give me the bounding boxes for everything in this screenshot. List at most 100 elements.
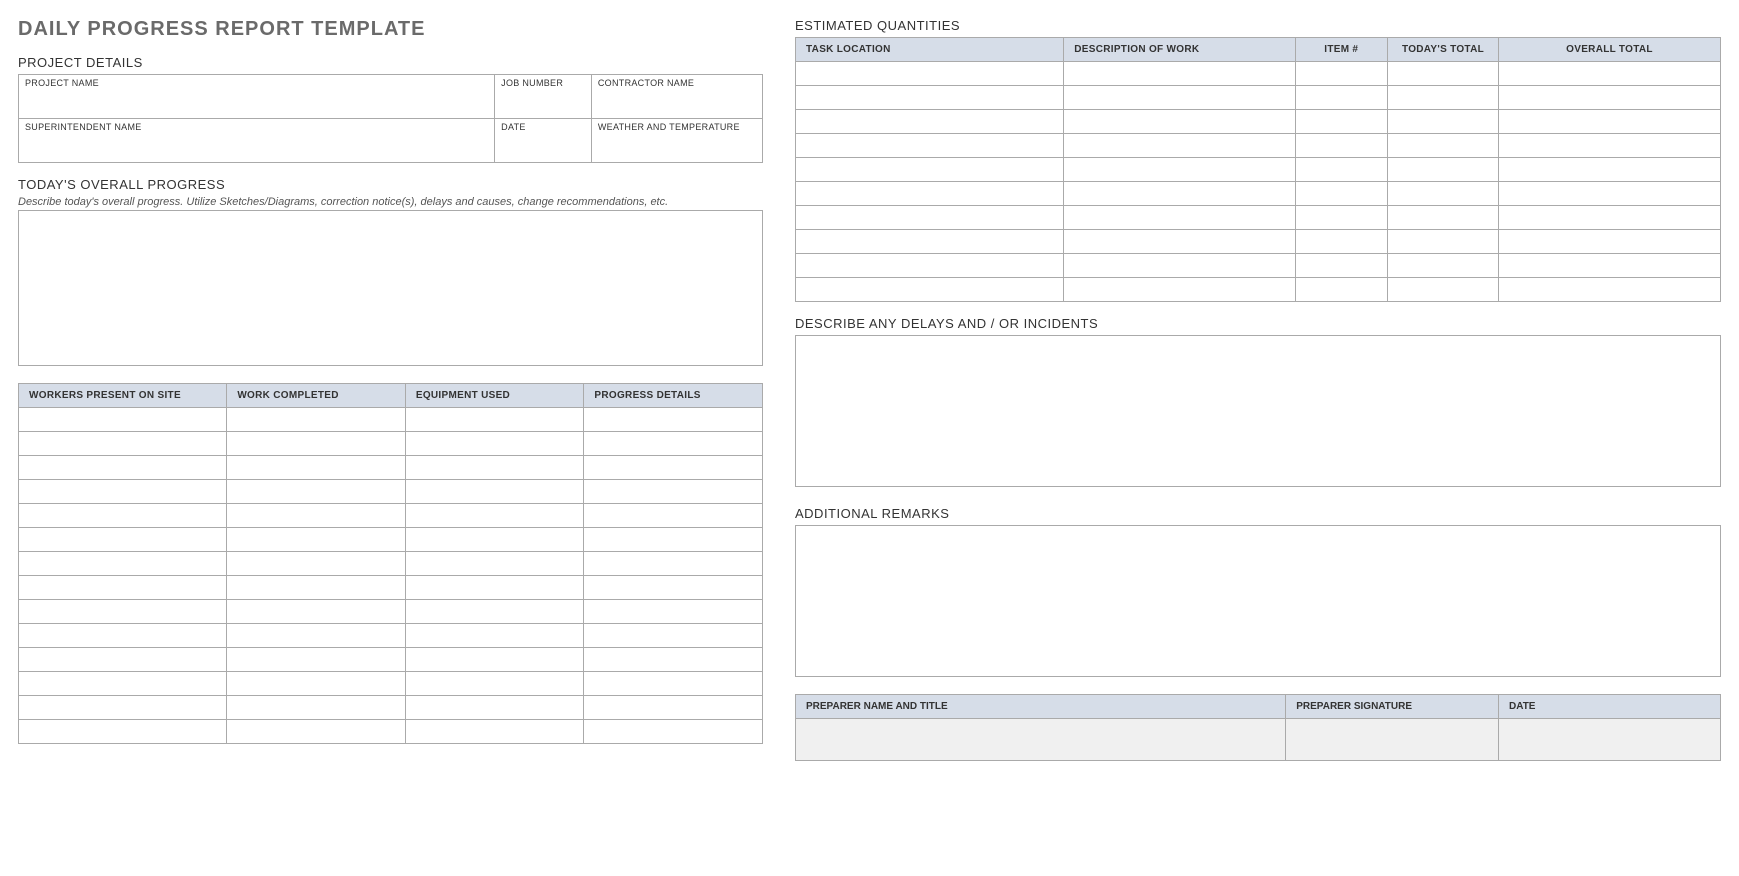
cell-input[interactable]	[1296, 254, 1388, 277]
cell-input[interactable]	[227, 672, 405, 695]
cell-input[interactable]	[1064, 230, 1294, 253]
cell-input[interactable]	[227, 480, 405, 503]
cell-input[interactable]	[796, 206, 1063, 229]
cell-input[interactable]	[1499, 254, 1720, 277]
cell-input[interactable]	[584, 648, 762, 671]
cell-input[interactable]	[19, 648, 226, 671]
cell-input[interactable]	[1064, 62, 1294, 85]
cell-input[interactable]	[796, 158, 1063, 181]
cell-input[interactable]	[19, 672, 226, 695]
cell-input[interactable]	[406, 696, 584, 719]
cell-input[interactable]	[19, 696, 226, 719]
cell-input[interactable]	[19, 600, 226, 623]
cell-input[interactable]	[584, 432, 762, 455]
cell-input[interactable]	[227, 408, 405, 431]
cell-input[interactable]	[1064, 158, 1294, 181]
cell-input[interactable]	[406, 480, 584, 503]
cell-input[interactable]	[19, 528, 226, 551]
cell-input[interactable]	[796, 254, 1063, 277]
preparer-input[interactable]	[796, 719, 1285, 760]
cell-input[interactable]	[1296, 62, 1388, 85]
cell-input[interactable]	[19, 504, 226, 527]
weather-input[interactable]	[592, 132, 762, 162]
cell-input[interactable]	[406, 576, 584, 599]
cell-input[interactable]	[584, 624, 762, 647]
cell-input[interactable]	[227, 456, 405, 479]
cell-input[interactable]	[1388, 134, 1498, 157]
cell-input[interactable]	[1499, 158, 1720, 181]
cell-input[interactable]	[406, 432, 584, 455]
cell-input[interactable]	[227, 696, 405, 719]
cell-input[interactable]	[1388, 254, 1498, 277]
job-number-input[interactable]	[495, 88, 591, 118]
cell-input[interactable]	[1388, 206, 1498, 229]
delays-input[interactable]	[795, 335, 1721, 487]
contractor-name-input[interactable]	[592, 88, 762, 118]
cell-input[interactable]	[584, 456, 762, 479]
project-name-input[interactable]	[19, 88, 494, 118]
cell-input[interactable]	[1064, 278, 1294, 301]
cell-input[interactable]	[1388, 278, 1498, 301]
cell-input[interactable]	[1296, 110, 1388, 133]
cell-input[interactable]	[584, 576, 762, 599]
cell-input[interactable]	[584, 408, 762, 431]
cell-input[interactable]	[1499, 182, 1720, 205]
cell-input[interactable]	[1499, 86, 1720, 109]
superintendent-name-input[interactable]	[19, 132, 494, 162]
cell-input[interactable]	[1388, 62, 1498, 85]
cell-input[interactable]	[584, 480, 762, 503]
cell-input[interactable]	[406, 648, 584, 671]
cell-input[interactable]	[227, 504, 405, 527]
cell-input[interactable]	[19, 720, 226, 743]
cell-input[interactable]	[796, 86, 1063, 109]
cell-input[interactable]	[1296, 158, 1388, 181]
cell-input[interactable]	[584, 528, 762, 551]
today-progress-input[interactable]	[18, 210, 763, 366]
cell-input[interactable]	[406, 504, 584, 527]
cell-input[interactable]	[19, 480, 226, 503]
cell-input[interactable]	[1064, 134, 1294, 157]
cell-input[interactable]	[1499, 230, 1720, 253]
cell-input[interactable]	[406, 528, 584, 551]
cell-input[interactable]	[1296, 206, 1388, 229]
cell-input[interactable]	[1064, 206, 1294, 229]
cell-input[interactable]	[584, 720, 762, 743]
footer-date-input[interactable]	[1499, 719, 1720, 760]
cell-input[interactable]	[406, 672, 584, 695]
cell-input[interactable]	[19, 456, 226, 479]
cell-input[interactable]	[1064, 110, 1294, 133]
cell-input[interactable]	[1499, 206, 1720, 229]
cell-input[interactable]	[1064, 254, 1294, 277]
cell-input[interactable]	[1296, 134, 1388, 157]
cell-input[interactable]	[227, 648, 405, 671]
cell-input[interactable]	[796, 230, 1063, 253]
cell-input[interactable]	[406, 600, 584, 623]
cell-input[interactable]	[227, 528, 405, 551]
cell-input[interactable]	[1296, 278, 1388, 301]
remarks-input[interactable]	[795, 525, 1721, 677]
cell-input[interactable]	[584, 600, 762, 623]
cell-input[interactable]	[584, 696, 762, 719]
cell-input[interactable]	[1499, 110, 1720, 133]
cell-input[interactable]	[1499, 278, 1720, 301]
cell-input[interactable]	[1388, 86, 1498, 109]
cell-input[interactable]	[796, 278, 1063, 301]
cell-input[interactable]	[796, 62, 1063, 85]
cell-input[interactable]	[584, 504, 762, 527]
cell-input[interactable]	[227, 624, 405, 647]
date-input[interactable]	[495, 132, 591, 162]
cell-input[interactable]	[19, 576, 226, 599]
cell-input[interactable]	[406, 720, 584, 743]
cell-input[interactable]	[227, 600, 405, 623]
cell-input[interactable]	[796, 110, 1063, 133]
cell-input[interactable]	[19, 408, 226, 431]
cell-input[interactable]	[1388, 158, 1498, 181]
signature-input[interactable]	[1286, 719, 1498, 760]
cell-input[interactable]	[584, 552, 762, 575]
cell-input[interactable]	[1388, 182, 1498, 205]
cell-input[interactable]	[1499, 62, 1720, 85]
cell-input[interactable]	[796, 134, 1063, 157]
cell-input[interactable]	[796, 182, 1063, 205]
cell-input[interactable]	[227, 552, 405, 575]
cell-input[interactable]	[1064, 86, 1294, 109]
